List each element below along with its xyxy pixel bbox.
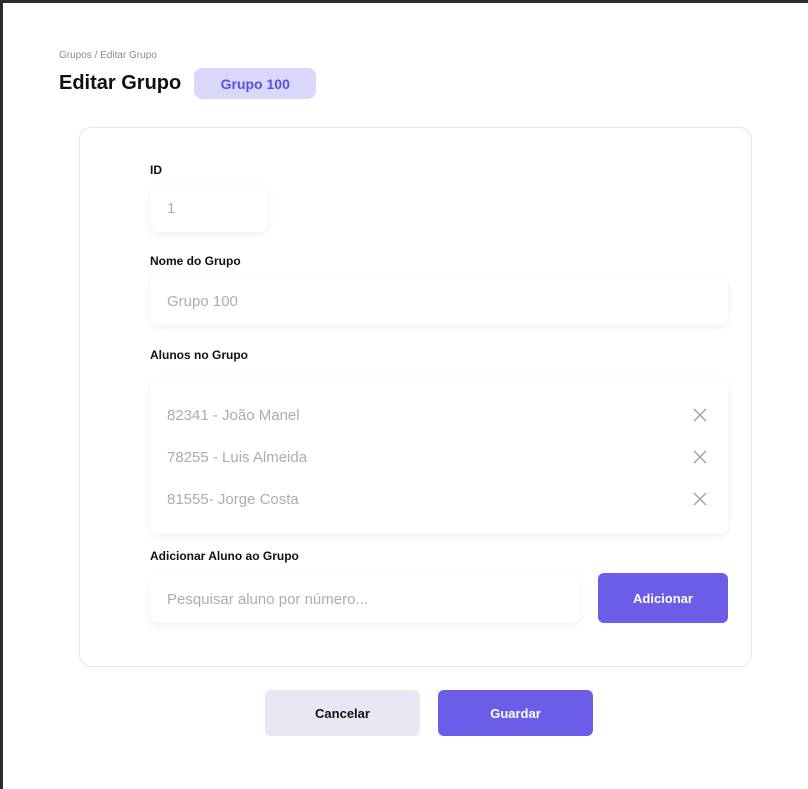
breadcrumb: Grupos / Editar Grupo (59, 50, 157, 61)
cancel-button[interactable]: Cancelar (265, 690, 420, 736)
remove-student-button[interactable] (688, 403, 712, 427)
list-item: 81555- Jorge Costa (167, 487, 712, 511)
students-list: 82341 - João Manel 78255 - Luis Almeida … (150, 378, 728, 534)
student-entry: 78255 - Luis Almeida (167, 448, 308, 466)
group-name-label: Nome do Grupo (150, 254, 241, 268)
id-label: ID (150, 163, 162, 177)
remove-student-button[interactable] (688, 445, 712, 469)
add-student-button[interactable]: Adicionar (598, 573, 728, 623)
student-entry: 81555- Jorge Costa (167, 490, 299, 508)
students-label: Alunos no Grupo (150, 348, 248, 362)
page-header: Editar Grupo Grupo 100 (59, 68, 317, 99)
list-item: 82341 - João Manel (167, 403, 712, 427)
remove-student-button[interactable] (688, 487, 712, 511)
page-title: Editar Grupo (59, 72, 182, 94)
save-button[interactable]: Guardar (438, 690, 593, 736)
add-student-label: Adicionar Aluno ao Grupo (150, 549, 299, 563)
student-search-input[interactable] (150, 575, 580, 623)
list-item: 78255 - Luis Almeida (167, 445, 712, 469)
close-icon (693, 408, 707, 422)
close-icon (693, 450, 707, 464)
group-name-input[interactable] (150, 277, 728, 325)
group-name-badge: Grupo 100 (194, 68, 317, 99)
close-icon (693, 492, 707, 506)
id-field[interactable] (150, 185, 268, 232)
student-entry: 82341 - João Manel (167, 406, 300, 424)
